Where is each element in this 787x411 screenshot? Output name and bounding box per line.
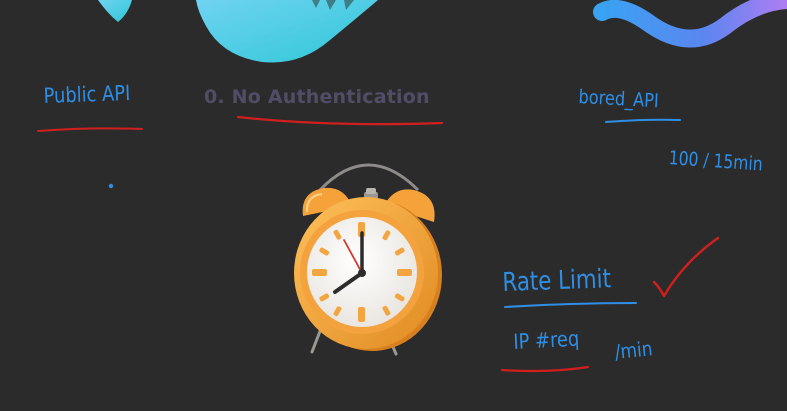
blob-left-small: [98, 0, 132, 22]
annotation-per-min: /min: [613, 336, 654, 364]
slide-heading: 0. No Authentication: [204, 86, 430, 108]
annotation-bored-api: bored_API: [578, 86, 660, 113]
checkmark-icon: [652, 236, 720, 298]
decorations: [37, 0, 787, 373]
underline-heading: [236, 115, 444, 126]
annotation-public-api: Public API: [43, 80, 131, 108]
ink-dot: [108, 183, 114, 189]
canvas: 0. No Authentication Public API bored_AP…: [0, 0, 787, 411]
underline-ip-req: [500, 365, 590, 373]
wave-decoration: [593, 0, 787, 48]
underline-public-api: [37, 127, 143, 132]
underline-bored-api: [605, 118, 681, 123]
annotation-ip-req: IP #req: [512, 326, 580, 354]
underline-rate-limit: [504, 302, 637, 308]
alarm-clock-icon: [294, 163, 442, 356]
annotation-rate-limit: Rate Limit: [501, 264, 612, 298]
blob-center: [196, 0, 378, 63]
